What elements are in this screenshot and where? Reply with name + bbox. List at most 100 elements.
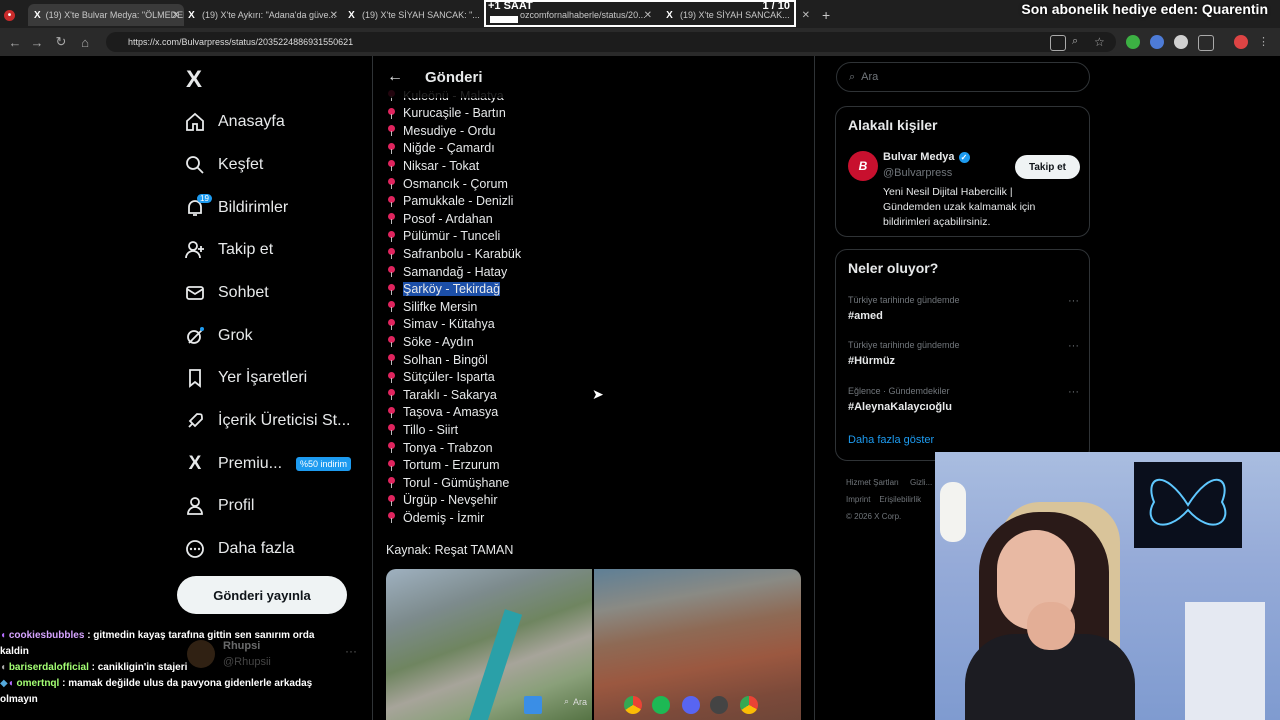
sidebar-item-grok[interactable]: Grok [184, 321, 253, 351]
star-icon[interactable]: ☆ [1094, 35, 1108, 49]
sidebar-item-explore[interactable]: Keşfet [184, 150, 263, 180]
forward-arrow-icon[interactable]: → [28, 33, 46, 51]
close-tab-icon[interactable]: ✕ [802, 10, 810, 21]
puzzle-icon[interactable] [1198, 35, 1214, 51]
windows-start-icon[interactable] [524, 696, 542, 714]
trends-card: Neler oluyor? Türkiye tarihinde gündemde… [835, 249, 1090, 461]
sidebar-item-notifications[interactable]: 19 Bildirimler [184, 193, 288, 223]
bookmark-icon [184, 367, 206, 389]
place-list-item: Tonya - Trabzon [388, 439, 493, 456]
reload-icon[interactable]: ↻ [52, 33, 70, 51]
place-list-item: Torul - Gümüşhane [388, 474, 509, 491]
new-tab-button[interactable]: + [822, 4, 836, 26]
trend-item[interactable]: Eğlence · Gündemdekiler #AleynaKalaycıoğ… [848, 386, 1088, 413]
account-bio: Yeni Nesil Dijital Habercilik | Gündemde… [883, 186, 1036, 228]
footer-link[interactable]: Gizli... [910, 478, 932, 487]
chat-message: ◆◖ omertnql : mamak değilde ulus da pavy… [0, 676, 330, 708]
taskbar-search[interactable]: ⌕ Ara [564, 696, 587, 707]
close-tab-icon[interactable]: ✕ [172, 10, 180, 21]
trend-category: Eğlence · Gündemdekiler [848, 386, 950, 396]
extension-icon[interactable] [1174, 35, 1188, 49]
footer-link[interactable]: Erişilebilirlik [879, 495, 921, 504]
zoom-icon[interactable]: ⌕ [1072, 35, 1086, 49]
trend-category: Türkiye tarihinde gündemde [848, 295, 960, 305]
pin-icon [388, 371, 395, 383]
follow-button[interactable]: Takip et [1015, 155, 1080, 179]
sidebar-item-label: İçerik Üreticisi St... [218, 412, 351, 429]
place-list-item: Şarköy - Tekirdağ [388, 281, 501, 298]
related-account-name[interactable]: Bulvar Medya ✓ [883, 151, 970, 163]
trend-more-icon[interactable]: ··· [1068, 295, 1079, 307]
card-title: Alakalı kişiler [848, 117, 938, 133]
pin-icon [388, 406, 395, 418]
trend-more-icon[interactable]: ··· [1068, 340, 1079, 352]
search-input[interactable]: ⌕ Ara [836, 62, 1090, 92]
pin-icon [388, 230, 395, 242]
back-arrow-icon[interactable]: ← [387, 68, 403, 86]
spotify-icon[interactable] [652, 696, 670, 714]
chat-message: ◖ bariserdalofficial : canikligin'in sta… [0, 660, 330, 676]
post-button[interactable]: Gönderi yayınla [177, 576, 347, 614]
search-icon [184, 154, 206, 176]
pin-icon [388, 477, 395, 489]
back-arrow-icon[interactable]: ← [6, 33, 24, 51]
pin-icon [388, 336, 395, 348]
pin-icon [388, 266, 395, 277]
avatar[interactable]: B [848, 151, 878, 181]
footer-link[interactable]: Hizmet Şartları [846, 478, 899, 487]
home-icon[interactable]: ⌂ [76, 33, 94, 51]
tab-bulvar-medya[interactable]: X (19) X'te Bulvar Medya: "ÖLMEDEN ... ✕ [28, 4, 184, 26]
show-more-link[interactable]: Daha fazla göster [848, 434, 934, 446]
place-name: Pamukkale - Denizli [403, 194, 514, 209]
sidebar-item-chat[interactable]: Sohbet [184, 278, 269, 308]
butterfly-poster [1134, 462, 1242, 548]
sidebar-item-more[interactable]: Daha fazla [184, 534, 295, 564]
url-field[interactable]: https://x.com/Bulvarpress/status/2035224… [106, 32, 1116, 52]
avatar[interactable] [1234, 35, 1248, 49]
place-name: Silifke Mersin [403, 299, 478, 314]
place-list-item: Ödemiş - İzmir [388, 509, 484, 526]
github-icon[interactable] [710, 696, 728, 714]
taskbar-search-label: Ara [573, 696, 588, 707]
sidebar-item-home[interactable]: Anasayfa [184, 107, 285, 137]
sidebar-item-follow[interactable]: Takip et [184, 235, 273, 265]
pin-icon [388, 178, 395, 189]
place-list-item: Söke - Aydın [388, 333, 474, 350]
trend-item[interactable]: Türkiye tarihinde gündemde #amed ··· [848, 295, 1088, 322]
close-tab-icon[interactable]: ✕ [330, 10, 338, 21]
shield-ext-icon[interactable] [1126, 35, 1140, 49]
footer-link[interactable]: Imprint [846, 495, 870, 504]
cast-icon[interactable] [1050, 35, 1066, 51]
place-name: Simav - Kütahya [403, 317, 495, 332]
place-list-item: Niğde - Çamardı [388, 140, 495, 157]
sidebar-item-bookmarks[interactable]: Yer İşaretleri [184, 363, 307, 393]
mouse-cursor-icon: ➤ [592, 386, 604, 402]
chrome-icon[interactable] [624, 696, 642, 714]
menu-icon[interactable]: ⋮ [1258, 35, 1272, 49]
sidebar-item-creator-studio[interactable]: İçerik Üreticisi St... [184, 406, 350, 436]
extension-icon[interactable] [1150, 35, 1164, 49]
place-list-item: Tillo - Siirt [388, 421, 458, 438]
tab-aykiri[interactable]: X (19) X'te Aykırı: "Adana'da güve... ✕ [186, 4, 342, 26]
chat-message: ◖ cookiesbubbles : gitmedin kayaş tarafı… [0, 628, 330, 660]
chrome-icon[interactable] [740, 696, 758, 714]
x-logo[interactable]: X [186, 66, 202, 94]
account-menu-icon[interactable]: ··· [345, 644, 357, 658]
place-list-item: Simav - Kütahya [388, 316, 495, 333]
profile-tab-icon[interactable]: • [4, 4, 24, 26]
pin-icon [388, 318, 395, 330]
pin-icon [388, 442, 395, 453]
place-name: Niğde - Çamardı [403, 141, 495, 156]
tab-siyah-sancak[interactable]: X (19) X'te SİYAH SANCAK: "... [346, 4, 480, 26]
sidebar-item-premium[interactable]: X Premiu... %50 indirim [184, 449, 352, 479]
trend-item[interactable]: Türkiye tarihinde gündemde #Hürmüz ··· [848, 340, 1088, 367]
sidebar-item-label: Premiu... [218, 455, 283, 472]
grok-icon [184, 325, 206, 347]
post-source: Kaynak: Reşat TAMAN [386, 543, 514, 557]
sidebar-item-profile[interactable]: Profil [184, 491, 254, 521]
sidebar-item-label: Bildirimler [218, 199, 289, 216]
chat-username: cookiesbubbles [8, 630, 85, 641]
trend-tag: #Hürmüz [848, 355, 896, 367]
trend-more-icon[interactable]: ··· [1068, 386, 1079, 398]
discord-icon[interactable] [682, 696, 700, 714]
